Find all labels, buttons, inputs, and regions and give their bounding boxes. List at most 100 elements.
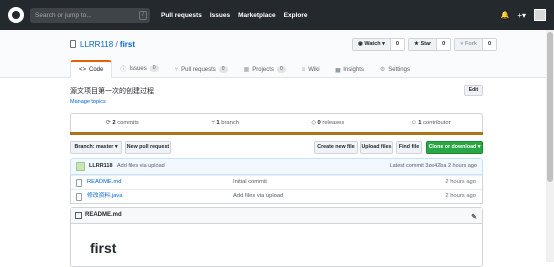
issues-count-badge: 0 bbox=[149, 65, 159, 72]
star-button[interactable]: ★ Star 0 bbox=[407, 38, 452, 51]
branch-select-button[interactable]: Branch: master ▾ bbox=[70, 141, 122, 154]
commits-count: 2 bbox=[112, 120, 116, 126]
nav-marketplace[interactable]: Marketplace bbox=[238, 12, 276, 19]
watch-label[interactable]: ◉ Watch ▾ bbox=[353, 39, 391, 50]
watch-count[interactable]: 0 bbox=[390, 39, 404, 50]
tab-settings[interactable]: ⚙ Settings bbox=[372, 66, 418, 78]
file-age: 2 hours ago bbox=[445, 193, 476, 199]
repo-name-link[interactable]: first bbox=[120, 40, 135, 49]
file-name-link[interactable]: 修改资料.java bbox=[87, 190, 122, 203]
pull-request-icon: ⑂ bbox=[174, 66, 179, 73]
tab-insights-label: Insights bbox=[343, 66, 364, 73]
upload-files-button[interactable]: Upload files bbox=[360, 141, 393, 154]
people-icon: ☺ bbox=[410, 120, 417, 126]
nav-issues[interactable]: Issues bbox=[210, 12, 230, 19]
tab-pull-requests-label: Pull requests bbox=[181, 66, 216, 73]
create-new-plus-icon[interactable]: +▾ bbox=[517, 11, 526, 20]
repo-title: LLRR118 / first bbox=[70, 40, 135, 49]
code-icon: <> bbox=[79, 66, 87, 73]
readme-title: README.md bbox=[85, 212, 122, 218]
graph-icon: ▅ bbox=[335, 67, 341, 73]
commits-summary[interactable]: ⟳ 2 commits bbox=[71, 114, 174, 133]
branches-summary[interactable]: ⑂ 1 branch bbox=[174, 114, 277, 133]
file-row: 修改资料.java Add files via upload 2 hours a… bbox=[71, 189, 482, 203]
releases-summary[interactable]: ◇ 0 releases bbox=[277, 114, 380, 133]
edit-description-button[interactable]: Edit bbox=[464, 85, 483, 96]
top-navigation-bar: Search or jump to... / Pull requests Iss… bbox=[0, 0, 554, 30]
commit-message[interactable]: Add files via upload bbox=[117, 159, 165, 174]
tab-code[interactable]: <> Code bbox=[70, 60, 113, 78]
find-file-button[interactable]: Find file bbox=[396, 141, 422, 154]
tag-icon: ◇ bbox=[311, 120, 316, 126]
fork-count[interactable]: 0 bbox=[482, 39, 497, 50]
repo-tabs: <> Code ⓘ Issues 0 ⑂ Pull requests 0 ▦ P… bbox=[70, 60, 418, 78]
project-icon: ▦ bbox=[243, 67, 250, 73]
global-nav: Pull requests Issues Marketplace Explore bbox=[161, 0, 308, 30]
repo-owner-link[interactable]: LLRR118 bbox=[80, 40, 113, 49]
star-label[interactable]: ★ Star bbox=[408, 39, 438, 50]
file-commit-message[interactable]: Add files via upload bbox=[233, 190, 283, 203]
tab-insights[interactable]: ▅ Insights bbox=[328, 66, 372, 78]
new-pull-request-button[interactable]: New pull request bbox=[125, 141, 171, 154]
contributors-summary[interactable]: ☺ 1 contributor bbox=[379, 114, 482, 133]
contributors-count: 1 bbox=[418, 120, 422, 126]
tab-wiki-label: Wiki bbox=[308, 67, 320, 73]
scrollbar-thumb[interactable] bbox=[547, 32, 553, 182]
repo-actions: ◉ Watch ▾ 0 ★ Star 0 ⑂ Fork 0 bbox=[352, 38, 500, 51]
file-icon bbox=[76, 179, 82, 187]
manage-topics-link[interactable]: Manage topics bbox=[70, 99, 106, 105]
nav-explore[interactable]: Explore bbox=[284, 12, 308, 19]
gear-icon: ⚙ bbox=[379, 67, 386, 73]
file-age: 2 hours ago bbox=[445, 179, 476, 185]
repository-header: LLRR118 / first ◉ Watch ▾ 0 ★ Star 0 ⑂ F… bbox=[0, 30, 546, 78]
pencil-edit-icon[interactable]: ✎ bbox=[471, 210, 477, 225]
issue-icon: ⓘ bbox=[120, 67, 127, 73]
repo-separator: / bbox=[115, 40, 118, 49]
tab-code-label: Code bbox=[89, 66, 104, 73]
tab-projects[interactable]: ▦ Projects 0 bbox=[236, 66, 294, 78]
star-count[interactable]: 0 bbox=[437, 39, 451, 50]
readme-heading: first bbox=[90, 240, 117, 256]
search-input[interactable]: Search or jump to... / bbox=[30, 8, 150, 23]
github-logo-icon[interactable] bbox=[8, 7, 24, 23]
contributors-label: contributor bbox=[423, 120, 451, 126]
search-placeholder: Search or jump to... bbox=[35, 12, 92, 19]
file-navigation: Branch: master ▾ New pull request Create… bbox=[70, 141, 483, 155]
file-list: README.md Initial commit 2 hours ago 修改资… bbox=[70, 175, 483, 204]
branches-label: branch bbox=[221, 120, 239, 126]
fork-label[interactable]: ⑂ Fork bbox=[455, 39, 483, 50]
file-commit-message[interactable]: Initial commit bbox=[233, 176, 267, 189]
book-icon bbox=[75, 212, 82, 219]
file-icon bbox=[76, 193, 82, 201]
commit-icon: ⟳ bbox=[105, 120, 111, 126]
fork-button[interactable]: ⑂ Fork 0 bbox=[454, 38, 498, 51]
latest-commit-info[interactable]: Latest commit 3ze42ba 2 hours ago bbox=[390, 159, 477, 174]
commits-label: commits bbox=[117, 120, 139, 126]
repo-icon bbox=[70, 40, 76, 48]
notification-bell-icon[interactable]: 🔔 bbox=[501, 11, 510, 19]
tab-wiki[interactable]: ≡ Wiki bbox=[294, 67, 328, 78]
file-name-link[interactable]: README.md bbox=[87, 176, 121, 189]
slash-shortcut-key: / bbox=[139, 11, 147, 20]
latest-commit-bar: LLRR118 Add files via upload Latest comm… bbox=[70, 158, 483, 175]
tab-issues[interactable]: ⓘ Issues 0 bbox=[112, 64, 166, 78]
watch-button[interactable]: ◉ Watch ▾ 0 bbox=[352, 38, 405, 51]
language-bar[interactable] bbox=[70, 132, 483, 135]
user-avatar[interactable] bbox=[534, 9, 546, 21]
branches-count: 1 bbox=[216, 120, 220, 126]
nav-pull-requests[interactable]: Pull requests bbox=[161, 12, 202, 19]
topbar-right: 🔔 +▾ bbox=[501, 9, 546, 21]
tab-projects-label: Projects bbox=[252, 66, 274, 73]
vertical-scrollbar[interactable] bbox=[546, 30, 554, 262]
file-row: README.md Initial commit 2 hours ago bbox=[71, 175, 482, 189]
branch-icon: ⑂ bbox=[211, 120, 215, 126]
commit-author[interactable]: LLRR118 bbox=[89, 159, 113, 174]
tab-settings-label: Settings bbox=[388, 66, 410, 73]
tab-pull-requests[interactable]: ⑂ Pull requests 0 bbox=[167, 66, 236, 78]
commit-author-avatar[interactable] bbox=[76, 162, 85, 171]
clone-or-download-button[interactable]: Clone or download ▾ bbox=[426, 141, 483, 154]
book-icon: ≡ bbox=[301, 67, 306, 73]
readme-header: README.md ✎ bbox=[71, 208, 482, 224]
readme-box: README.md ✎ first bbox=[70, 207, 483, 267]
create-new-file-button[interactable]: Create new file bbox=[314, 141, 358, 154]
